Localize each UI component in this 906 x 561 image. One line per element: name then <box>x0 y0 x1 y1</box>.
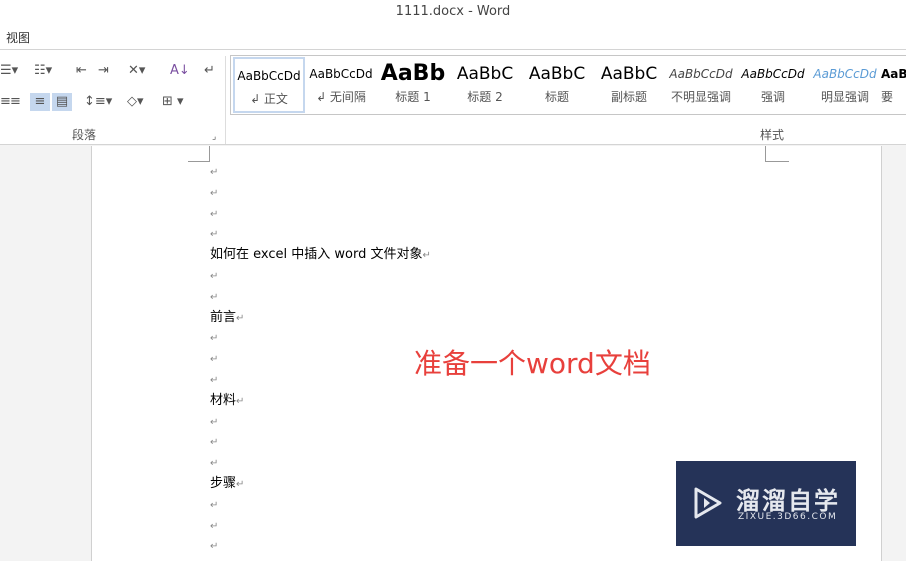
style-intense-emphasis[interactable]: AaBbCcDd 明显强调 <box>809 57 881 113</box>
paragraph-mark-icon: ↵ <box>210 271 219 282</box>
document-paragraph[interactable]: 前言↵ <box>210 308 244 328</box>
window-title: 1111.docx - Word <box>395 4 511 19</box>
sort-icon[interactable]: A↓ <box>170 62 190 80</box>
paragraph-mark-icon: ↵ <box>236 479 245 490</box>
align-right-icon[interactable]: ≡ <box>10 93 21 111</box>
style-emphasis[interactable]: AaBbCcDd 强调 <box>737 57 809 113</box>
margin-corner <box>765 146 789 162</box>
style-subtitle[interactable]: AaBbC 副标题 <box>593 57 665 113</box>
style-no-spacing[interactable]: AaBbCcDd ↲ 无间隔 <box>305 57 377 113</box>
paragraph-mark-icon: ↵ <box>210 354 219 366</box>
document-paragraph[interactable]: ↵ <box>210 204 218 224</box>
style-heading-2[interactable]: AaBbC 标题 2 <box>449 57 521 113</box>
watermark-logo: 溜溜自学 ZIXUE.3D66.COM <box>676 461 856 546</box>
show-marks-icon[interactable]: ↵ <box>204 62 215 80</box>
paragraph-mark-icon: ↵ <box>210 541 219 553</box>
paragraph-mark-icon: ↵ <box>210 375 219 386</box>
paragraph-mark-icon: ↵ <box>236 312 245 324</box>
document-paragraph[interactable]: 步骤↵ <box>210 474 244 494</box>
numbering-icon[interactable]: ☰▾ <box>0 62 18 80</box>
document-paragraph[interactable]: ↵ <box>210 412 218 432</box>
paragraph-mark-icon: ↵ <box>210 229 219 241</box>
style-heading-1[interactable]: AaBb 标题 1 <box>377 57 449 113</box>
document-paragraph[interactable]: ↵ <box>210 266 218 286</box>
document-paragraph[interactable]: ↵ <box>210 516 218 536</box>
paragraph-text: 前言 <box>210 309 237 325</box>
paragraph-mark-icon: ↵ <box>210 167 219 178</box>
document-paragraph[interactable]: ↵ <box>210 183 218 203</box>
document-paragraph[interactable]: ↵ <box>210 349 218 369</box>
paragraph-text: 步骤 <box>210 476 237 491</box>
document-paragraph[interactable]: ↵ <box>210 495 218 515</box>
title-bar: 1111.docx - Word <box>0 0 906 26</box>
chinese-layout-icon[interactable]: ✕▾ <box>128 62 145 80</box>
justify-icon[interactable]: ≡ <box>30 93 50 111</box>
document-paragraph[interactable]: ↵ <box>210 536 218 556</box>
paragraph-mark-icon: ↵ <box>210 520 219 532</box>
paragraph-text: 如何在 excel 中插入 word 文件对象 <box>210 247 423 263</box>
document-paragraph[interactable]: ↵ <box>210 370 218 390</box>
distributed-icon[interactable]: ▤ <box>52 93 72 111</box>
document-paragraph[interactable]: 如何在 excel 中插入 word 文件对象↵ <box>210 245 431 265</box>
document-paragraph[interactable]: ↵ <box>210 287 218 307</box>
paragraph-mark-icon: ↵ <box>210 499 219 511</box>
paragraph-mark-icon: ↵ <box>210 291 219 303</box>
paragraph-mark-icon: ↵ <box>210 333 219 345</box>
watermark-brand: 溜溜自学 <box>736 487 840 515</box>
line-spacing-icon[interactable]: ↕≡▾ <box>84 93 112 111</box>
paragraph-mark-icon: ↵ <box>210 208 219 220</box>
document-paragraph[interactable]: ↵ <box>210 432 218 452</box>
decrease-indent-icon[interactable]: ⇤ <box>76 62 87 80</box>
style-normal[interactable]: AaBbCcDd ↲ 正文 <box>233 57 305 113</box>
paragraph-text: 材料 <box>210 392 237 408</box>
shading-icon[interactable]: ◇▾ <box>127 93 144 111</box>
increase-indent-icon[interactable]: ⇥ <box>98 62 109 80</box>
annotation-text: 准备一个word文档 <box>414 347 651 380</box>
watermark-url: ZIXUE.3D66.COM <box>738 512 838 522</box>
multilevel-list-icon[interactable]: ☷▾ <box>34 62 52 80</box>
tab-view[interactable]: 视图 <box>6 29 30 46</box>
styles-group-label: 样式 <box>760 128 785 142</box>
paragraph-mark-icon: ↵ <box>236 395 245 407</box>
borders-icon[interactable]: ⊞ ▾ <box>162 93 184 111</box>
paragraph-mark-icon: ↵ <box>422 250 431 262</box>
document-paragraph[interactable]: ↵ <box>210 328 218 348</box>
menu-bar: 视图 <box>0 26 906 50</box>
styles-gallery: AaBbCcDd ↲ 正文 AaBbCcDd ↲ 无间隔 AaBb 标题 1 AaBb… <box>230 55 906 115</box>
paragraph-mark-icon: ↵ <box>210 458 219 470</box>
document-paragraph[interactable]: ↵ <box>210 453 218 473</box>
style-title[interactable]: AaBbC 标题 <box>521 57 593 113</box>
play-logo-icon <box>694 487 722 519</box>
document-paragraph[interactable]: ↵ <box>210 224 218 244</box>
paragraph-group-label: 段落 <box>72 128 97 142</box>
document-paragraph[interactable]: ↵ <box>210 162 218 182</box>
ribbon: ☰▾ ☷▾ ⇤ ⇥ ✕▾ A↓ ↵ ≡ ≡ ≡ ▤ ↕≡▾ ◇▾ ⊞ ▾ 段落 … <box>0 50 906 145</box>
margin-corner <box>188 146 210 162</box>
document-paragraph[interactable]: 材料↵ <box>210 391 244 411</box>
style-subtle-emphasis[interactable]: AaBbCcDd 不明显强调 <box>665 57 737 113</box>
paragraph-mark-icon: ↵ <box>210 437 219 449</box>
paragraph-mark-icon: ↵ <box>210 416 219 428</box>
dialog-launcher-icon[interactable]: ⌟ <box>212 128 216 146</box>
style-strong[interactable]: AaB 要 <box>881 57 906 113</box>
paragraph-mark-icon: ↵ <box>210 187 219 199</box>
